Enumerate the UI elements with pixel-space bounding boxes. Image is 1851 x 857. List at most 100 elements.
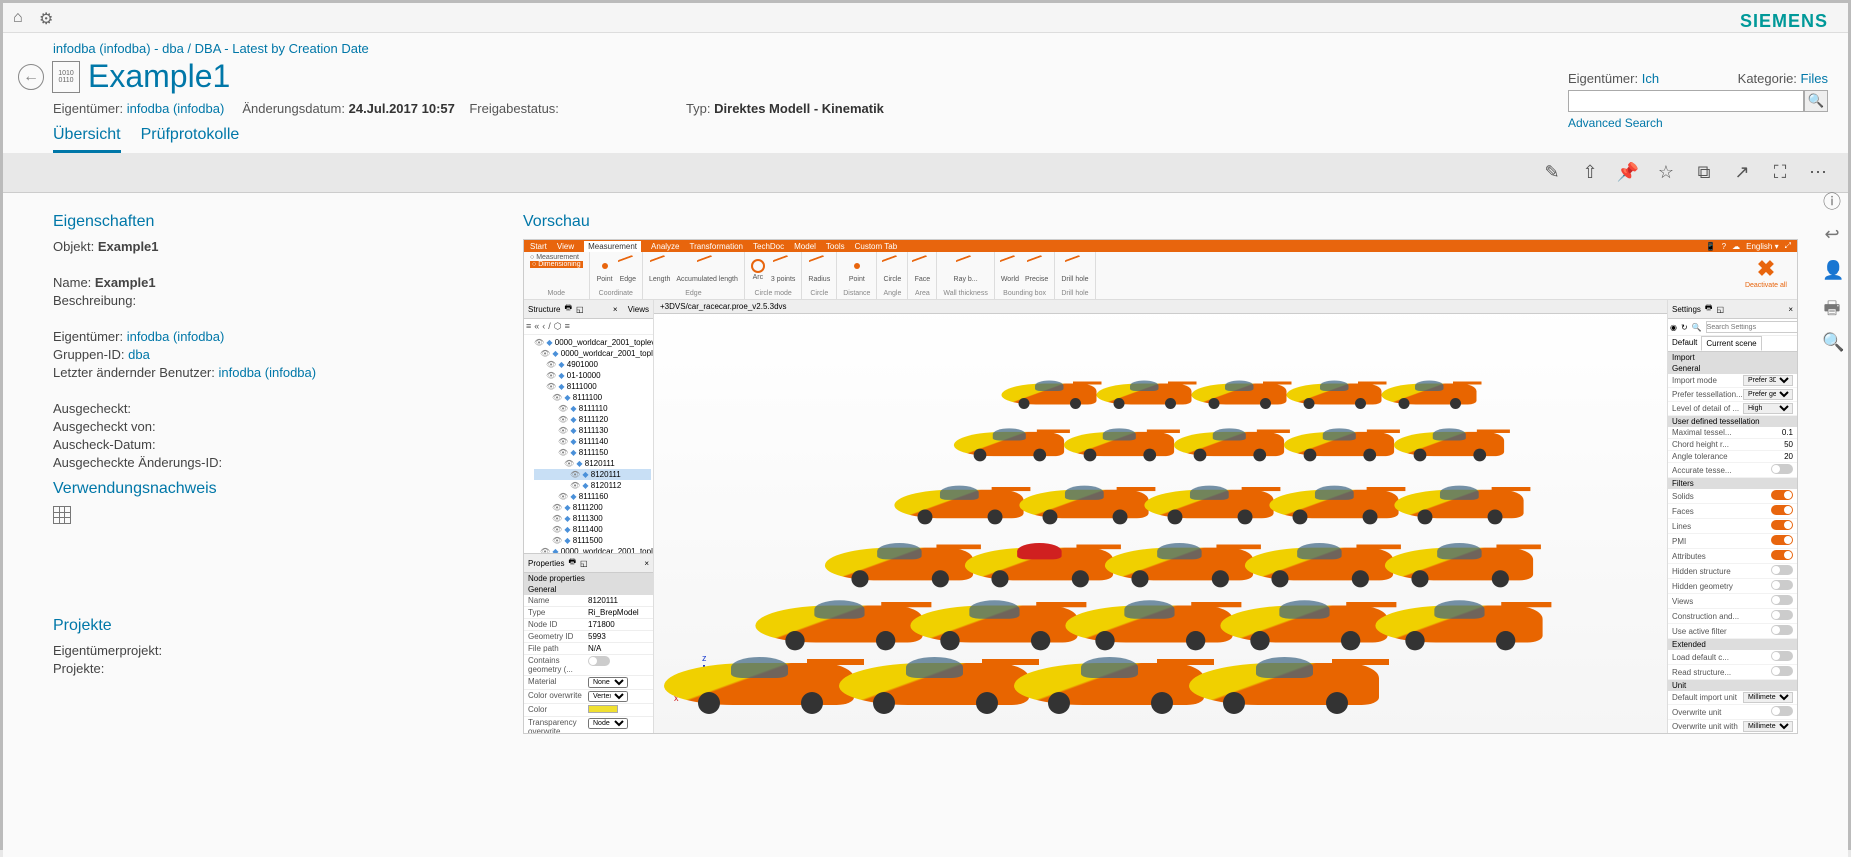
copy-icon[interactable]: ⧉ xyxy=(1694,163,1714,183)
car-model[interactable] xyxy=(1002,379,1097,409)
settings-popup-icon[interactable]: ◱ xyxy=(1716,305,1724,314)
meta-owner[interactable]: infodba (infodba) xyxy=(127,101,225,116)
structure-tree[interactable]: 👁 ◆ 0000_worldcar_2001_toplevel👁 ◆ 0000_… xyxy=(524,335,653,553)
ribbon-tab-model[interactable]: Model xyxy=(794,242,816,251)
tool-accumulated-length[interactable]: Accumulated length xyxy=(676,257,737,283)
car-model[interactable] xyxy=(1375,598,1542,651)
car-model[interactable] xyxy=(1284,427,1394,462)
props-popup-icon[interactable]: ◱ xyxy=(580,559,588,568)
car-model[interactable] xyxy=(1065,598,1232,651)
car-model[interactable] xyxy=(755,598,922,651)
prop-owner[interactable]: infodba (infodba) xyxy=(127,329,225,344)
3d-canvas[interactable]: zxy xyxy=(654,314,1667,733)
ribbon-tab-measurement[interactable]: Measurement xyxy=(584,241,641,252)
prop-row-transov[interactable]: Transparency overwriteNode xyxy=(524,717,653,733)
tree-tool-4[interactable]: / xyxy=(548,321,551,332)
toggle[interactable] xyxy=(1771,666,1793,676)
settings-select[interactable]: Millimeter xyxy=(1743,692,1793,703)
prop-row-material[interactable]: MaterialNone xyxy=(524,676,653,690)
tool-arc[interactable]: Arc xyxy=(751,259,765,281)
car-model[interactable] xyxy=(954,427,1064,462)
tool-world[interactable]: World xyxy=(1001,257,1019,283)
settings-row[interactable]: Attributes xyxy=(1668,549,1797,564)
colorov-select[interactable]: Vertex xyxy=(588,691,628,702)
color-swatch[interactable] xyxy=(588,705,618,713)
views-label[interactable]: Views xyxy=(628,305,649,314)
settings-row[interactable]: Level of detail of ...High xyxy=(1668,402,1797,416)
tree-tool-3[interactable]: ‹ xyxy=(542,321,545,332)
tool-3-points[interactable]: 3 points xyxy=(771,257,796,283)
viewer-canvas-area[interactable]: +3DVS/car_racecar.proe_v2.5.3dvs zxy xyxy=(654,300,1667,733)
oc-owner[interactable]: Ich xyxy=(1642,71,1659,86)
settings-select[interactable]: Millimeter xyxy=(1743,721,1793,732)
info-icon[interactable]: ⓘ xyxy=(1822,188,1842,208)
settings-select[interactable]: Prefer geometry (BR) xyxy=(1743,389,1793,400)
contains-toggle[interactable] xyxy=(588,656,610,666)
tree-node[interactable]: 👁 ◆ 8111150 xyxy=(534,447,651,458)
user-settings-icon[interactable]: 👤 xyxy=(1822,260,1842,280)
car-model[interactable] xyxy=(1394,484,1523,525)
toggle[interactable] xyxy=(1771,595,1793,605)
transov-select[interactable]: Node xyxy=(588,718,628,729)
tool-radius[interactable]: Radius xyxy=(808,257,830,283)
home-icon[interactable]: ⌂ xyxy=(13,9,31,27)
settings-row[interactable]: Solids xyxy=(1668,489,1797,504)
ribbon-tab-techdoc[interactable]: TechDoc xyxy=(753,242,784,251)
toggle[interactable] xyxy=(1771,535,1793,545)
props-print-icon[interactable]: 🖶 xyxy=(568,556,576,570)
prop-row-colorov[interactable]: Color overwriteVertex xyxy=(524,690,653,704)
toggle[interactable] xyxy=(1771,505,1793,515)
inspect-icon[interactable]: 🔍 xyxy=(1822,332,1842,352)
breadcrumb[interactable]: infodba (infodba) - dba / DBA - Latest b… xyxy=(53,41,1798,56)
view-tab-1[interactable]: +3DVS/car_racecar.proe_v2.5.3dvs xyxy=(660,302,787,311)
tree-node[interactable]: 👁 ◆ 8120111 xyxy=(534,469,651,480)
tree-tool-1[interactable]: ≡ xyxy=(526,321,531,332)
tool-drill-hole[interactable]: Drill hole xyxy=(1061,257,1088,283)
material-select[interactable]: None xyxy=(588,677,628,688)
expand-icon[interactable]: ⤢ xyxy=(1785,241,1791,251)
tool-ray-b-[interactable]: Ray b... xyxy=(954,257,978,283)
car-model[interactable] xyxy=(1245,541,1393,588)
tree-node[interactable]: 👁 ◆ 8111000 xyxy=(534,381,651,392)
car-model[interactable] xyxy=(910,598,1077,651)
export-icon[interactable]: ↗ xyxy=(1732,163,1752,183)
tool-circle[interactable]: Circle xyxy=(883,257,901,283)
back-button[interactable]: ← xyxy=(18,64,44,90)
tree-tool-2[interactable]: « xyxy=(534,321,539,332)
tool-precise[interactable]: Precise xyxy=(1025,257,1048,283)
ribbon-tab-analyze[interactable]: Analyze xyxy=(651,242,679,251)
tree-node[interactable]: 👁 ◆ 8111100 xyxy=(534,392,651,403)
tree-node[interactable]: 👁 ◆ 8111500 xyxy=(534,535,651,546)
cloud-icon[interactable]: ☁ xyxy=(1732,242,1740,251)
ribbon-tab-tools[interactable]: Tools xyxy=(826,242,845,251)
settings-search-input[interactable] xyxy=(1706,321,1798,333)
tree-node[interactable]: 👁 ◆ 8111110 xyxy=(534,403,651,414)
settings-select[interactable]: Prefer 3D xyxy=(1743,375,1793,386)
toggle[interactable] xyxy=(1771,706,1793,716)
settings-section[interactable]: User defined tessellation xyxy=(1668,416,1797,427)
prop-group[interactable]: dba xyxy=(128,347,150,362)
tab-protocols[interactable]: Prüfprotokolle xyxy=(141,126,240,153)
prop-row-color[interactable]: Color xyxy=(524,704,653,717)
advanced-search-link[interactable]: Advanced Search xyxy=(1568,116,1828,130)
ribbon-tab-start[interactable]: Start xyxy=(530,242,547,251)
tree-node[interactable]: 👁 ◆ 8120111 xyxy=(534,458,651,469)
car-model[interactable] xyxy=(1144,484,1273,525)
tree-node[interactable]: 👁 ◆ 8111130 xyxy=(534,425,651,436)
settings-section[interactable]: Import xyxy=(1668,352,1797,363)
tree-tool-5[interactable]: ⬡ xyxy=(554,321,562,332)
settings-row[interactable]: Import modePrefer 3D xyxy=(1668,374,1797,388)
toggle[interactable] xyxy=(1771,610,1793,620)
help-icon[interactable]: ? xyxy=(1722,242,1726,251)
car-model[interactable] xyxy=(1097,379,1192,409)
usage-grid-icon[interactable] xyxy=(53,506,71,524)
tool-edge[interactable]: Edge xyxy=(620,257,636,283)
tree-node[interactable]: 👁 ◆ 4901000 xyxy=(534,359,651,370)
settings-section[interactable]: Extended xyxy=(1668,639,1797,650)
structure-print-icon[interactable]: 🖶 xyxy=(564,302,572,316)
oc-cat[interactable]: Files xyxy=(1801,71,1828,86)
settings-row[interactable]: Prefer tessellation...Prefer geometry (B… xyxy=(1668,388,1797,402)
mode-measurement[interactable]: ○ Measurement xyxy=(530,254,583,261)
share-icon[interactable]: ⇧ xyxy=(1580,163,1600,183)
toggle[interactable] xyxy=(1771,520,1793,530)
